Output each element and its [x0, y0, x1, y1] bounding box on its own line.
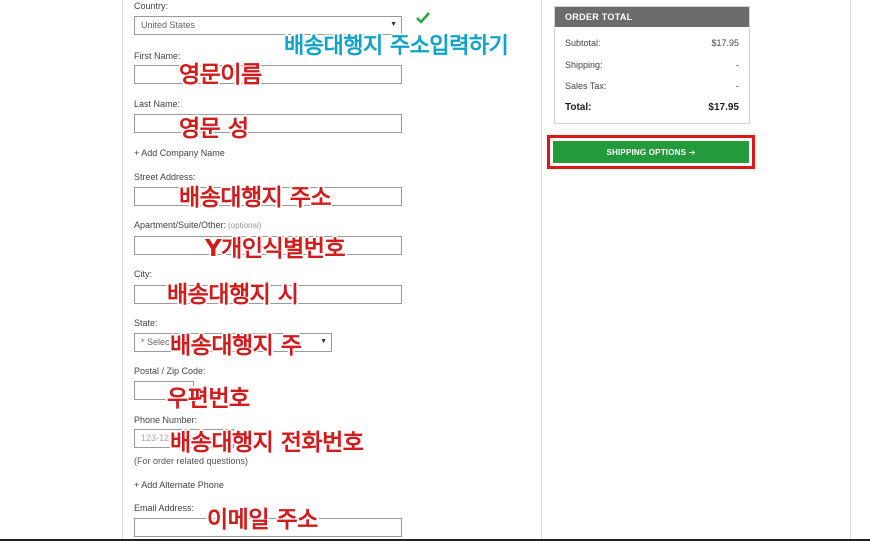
left-column-border [122, 0, 123, 541]
total-label: Total: [565, 102, 592, 113]
checkmark-icon [416, 12, 430, 24]
shipping-value: - [736, 60, 739, 70]
shipping-label: Shipping: [565, 60, 603, 70]
subtotal-value: $17.95 [711, 38, 739, 48]
annotation-phone: 배송대행지 전화번호 [170, 430, 364, 456]
zip-label: Postal / Zip Code: [134, 366, 206, 376]
annotation-state: 배송대행지 주 [170, 333, 302, 359]
sales-tax-value: - [736, 81, 739, 91]
annotation-last-name: 영문 성 [179, 116, 249, 142]
state-select-value: * Select [141, 337, 173, 347]
add-alternate-phone-link[interactable]: + Add Alternate Phone [134, 480, 224, 490]
phone-hint: (For order related questions) [134, 456, 249, 466]
middle-column-border [541, 0, 542, 541]
total-row: Total: $17.95 [565, 102, 739, 113]
dropdown-arrow-icon: ▼ [320, 338, 327, 345]
add-company-link[interactable]: + Add Company Name [134, 148, 225, 158]
dropdown-arrow-icon: ▼ [390, 21, 397, 28]
annotation-email: 이메일 주소 [207, 507, 318, 533]
last-name-label: Last Name: [134, 99, 181, 109]
last-name-field[interactable] [134, 114, 402, 133]
country-label: Country: [134, 1, 169, 11]
total-value: $17.95 [708, 102, 739, 113]
subtotal-row: Subtotal: $17.95 [565, 38, 739, 48]
order-total-panel: ORDER TOTAL Subtotal: $17.95 Shipping: -… [554, 6, 750, 124]
annotation-address-input: 배송대행지 주소입력하기 [284, 34, 509, 59]
city-label: City: [134, 269, 152, 279]
country-select-value: United States [141, 20, 196, 30]
shipping-options-button[interactable]: SHIPPING OPTIONS ➔ [553, 141, 749, 163]
shipping-row: Shipping: - [565, 60, 739, 70]
sales-tax-row: Sales Tax: - [565, 81, 739, 91]
annotation-first-name: 영문이름 [179, 62, 262, 88]
shipping-options-highlight: SHIPPING OPTIONS ➔ [547, 135, 755, 169]
sales-tax-label: Sales Tax: [565, 81, 607, 91]
state-label: State: [134, 318, 158, 328]
first-name-label: First Name: [134, 51, 181, 61]
annotation-apartment: Y개인식별번호 [205, 236, 346, 262]
first-name-field[interactable] [134, 65, 402, 84]
email-label: Email Address: [134, 503, 195, 513]
annotation-zip: 우편번호 [167, 386, 250, 412]
annotation-street: 배송대행지 주소 [179, 185, 332, 211]
order-total-title: ORDER TOTAL [555, 7, 749, 27]
annotation-city: 배송대행지 시 [167, 282, 299, 308]
subtotal-label: Subtotal: [565, 38, 601, 48]
right-column-border [850, 0, 851, 541]
